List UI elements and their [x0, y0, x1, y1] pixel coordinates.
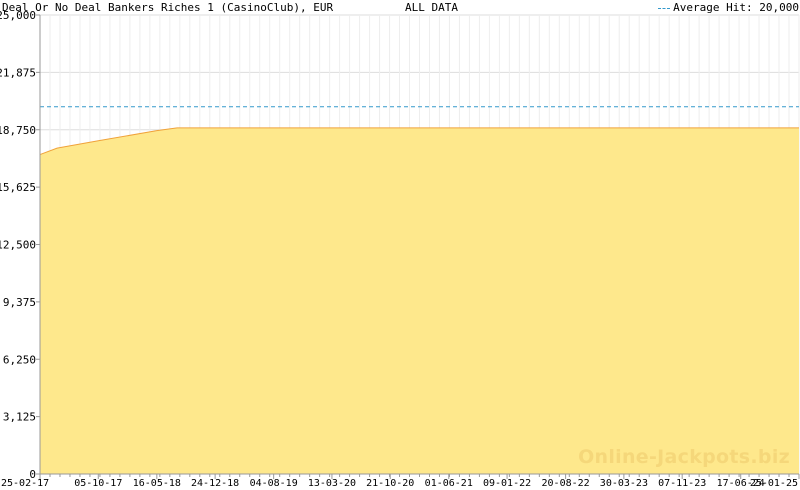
watermark-logo: Online-Jackpots.biz: [578, 446, 790, 468]
y-tick-label: 6,250: [3, 353, 36, 366]
x-tick-label: 04-08-19: [250, 478, 298, 489]
x-tick-label: 01-06-21: [425, 478, 473, 489]
average-legend: Average Hit: 20,000: [658, 1, 799, 14]
y-tick-label: 18,750: [0, 124, 36, 137]
average-legend-label: Average Hit: 20,000: [673, 1, 799, 14]
x-tick-label: 20-08-22: [542, 478, 590, 489]
jackpot-area: [39, 127, 799, 474]
x-tick-label: 16-05-18: [133, 478, 181, 489]
x-tick-labels: 25-02-17 05-10-17 16-05-18 24-12-18 04-08-19…: [1, 478, 798, 489]
jackpot-area-fill: [40, 127, 799, 474]
y-tick-labels: 03,1256,2509,37512,50015,62518,75021,875…: [0, 9, 36, 481]
x-tick-label: 25-02-17: [1, 478, 49, 489]
x-tick-label: 07-11-23: [658, 478, 706, 489]
y-tick-label: 9,375: [3, 296, 36, 309]
y-tick-label: 3,125: [3, 411, 36, 424]
x-tick-label: 05-10-17: [74, 478, 122, 489]
x-tick-label: 30-03-23: [600, 478, 648, 489]
jackpot-chart: 03,1256,2509,37512,50015,62518,75021,875…: [0, 9, 800, 489]
x-tick-label: 21-10-20: [366, 478, 414, 489]
average-legend-swatch: [658, 7, 671, 9]
y-tick-label: 12,500: [0, 239, 36, 252]
y-tick-label: 15,625: [0, 181, 36, 194]
x-tick-label: 24-12-18: [191, 478, 239, 489]
x-tick-label: 09-01-22: [483, 478, 531, 489]
x-tick-label: 13-03-20: [308, 478, 356, 489]
chart-title: Deal Or No Deal Bankers Riches 1 (Casino…: [2, 1, 334, 14]
x-tick-label: 25-01-25: [750, 478, 798, 489]
range-label: ALL DATA: [405, 1, 458, 14]
y-tick-label: 21,875: [0, 66, 36, 79]
